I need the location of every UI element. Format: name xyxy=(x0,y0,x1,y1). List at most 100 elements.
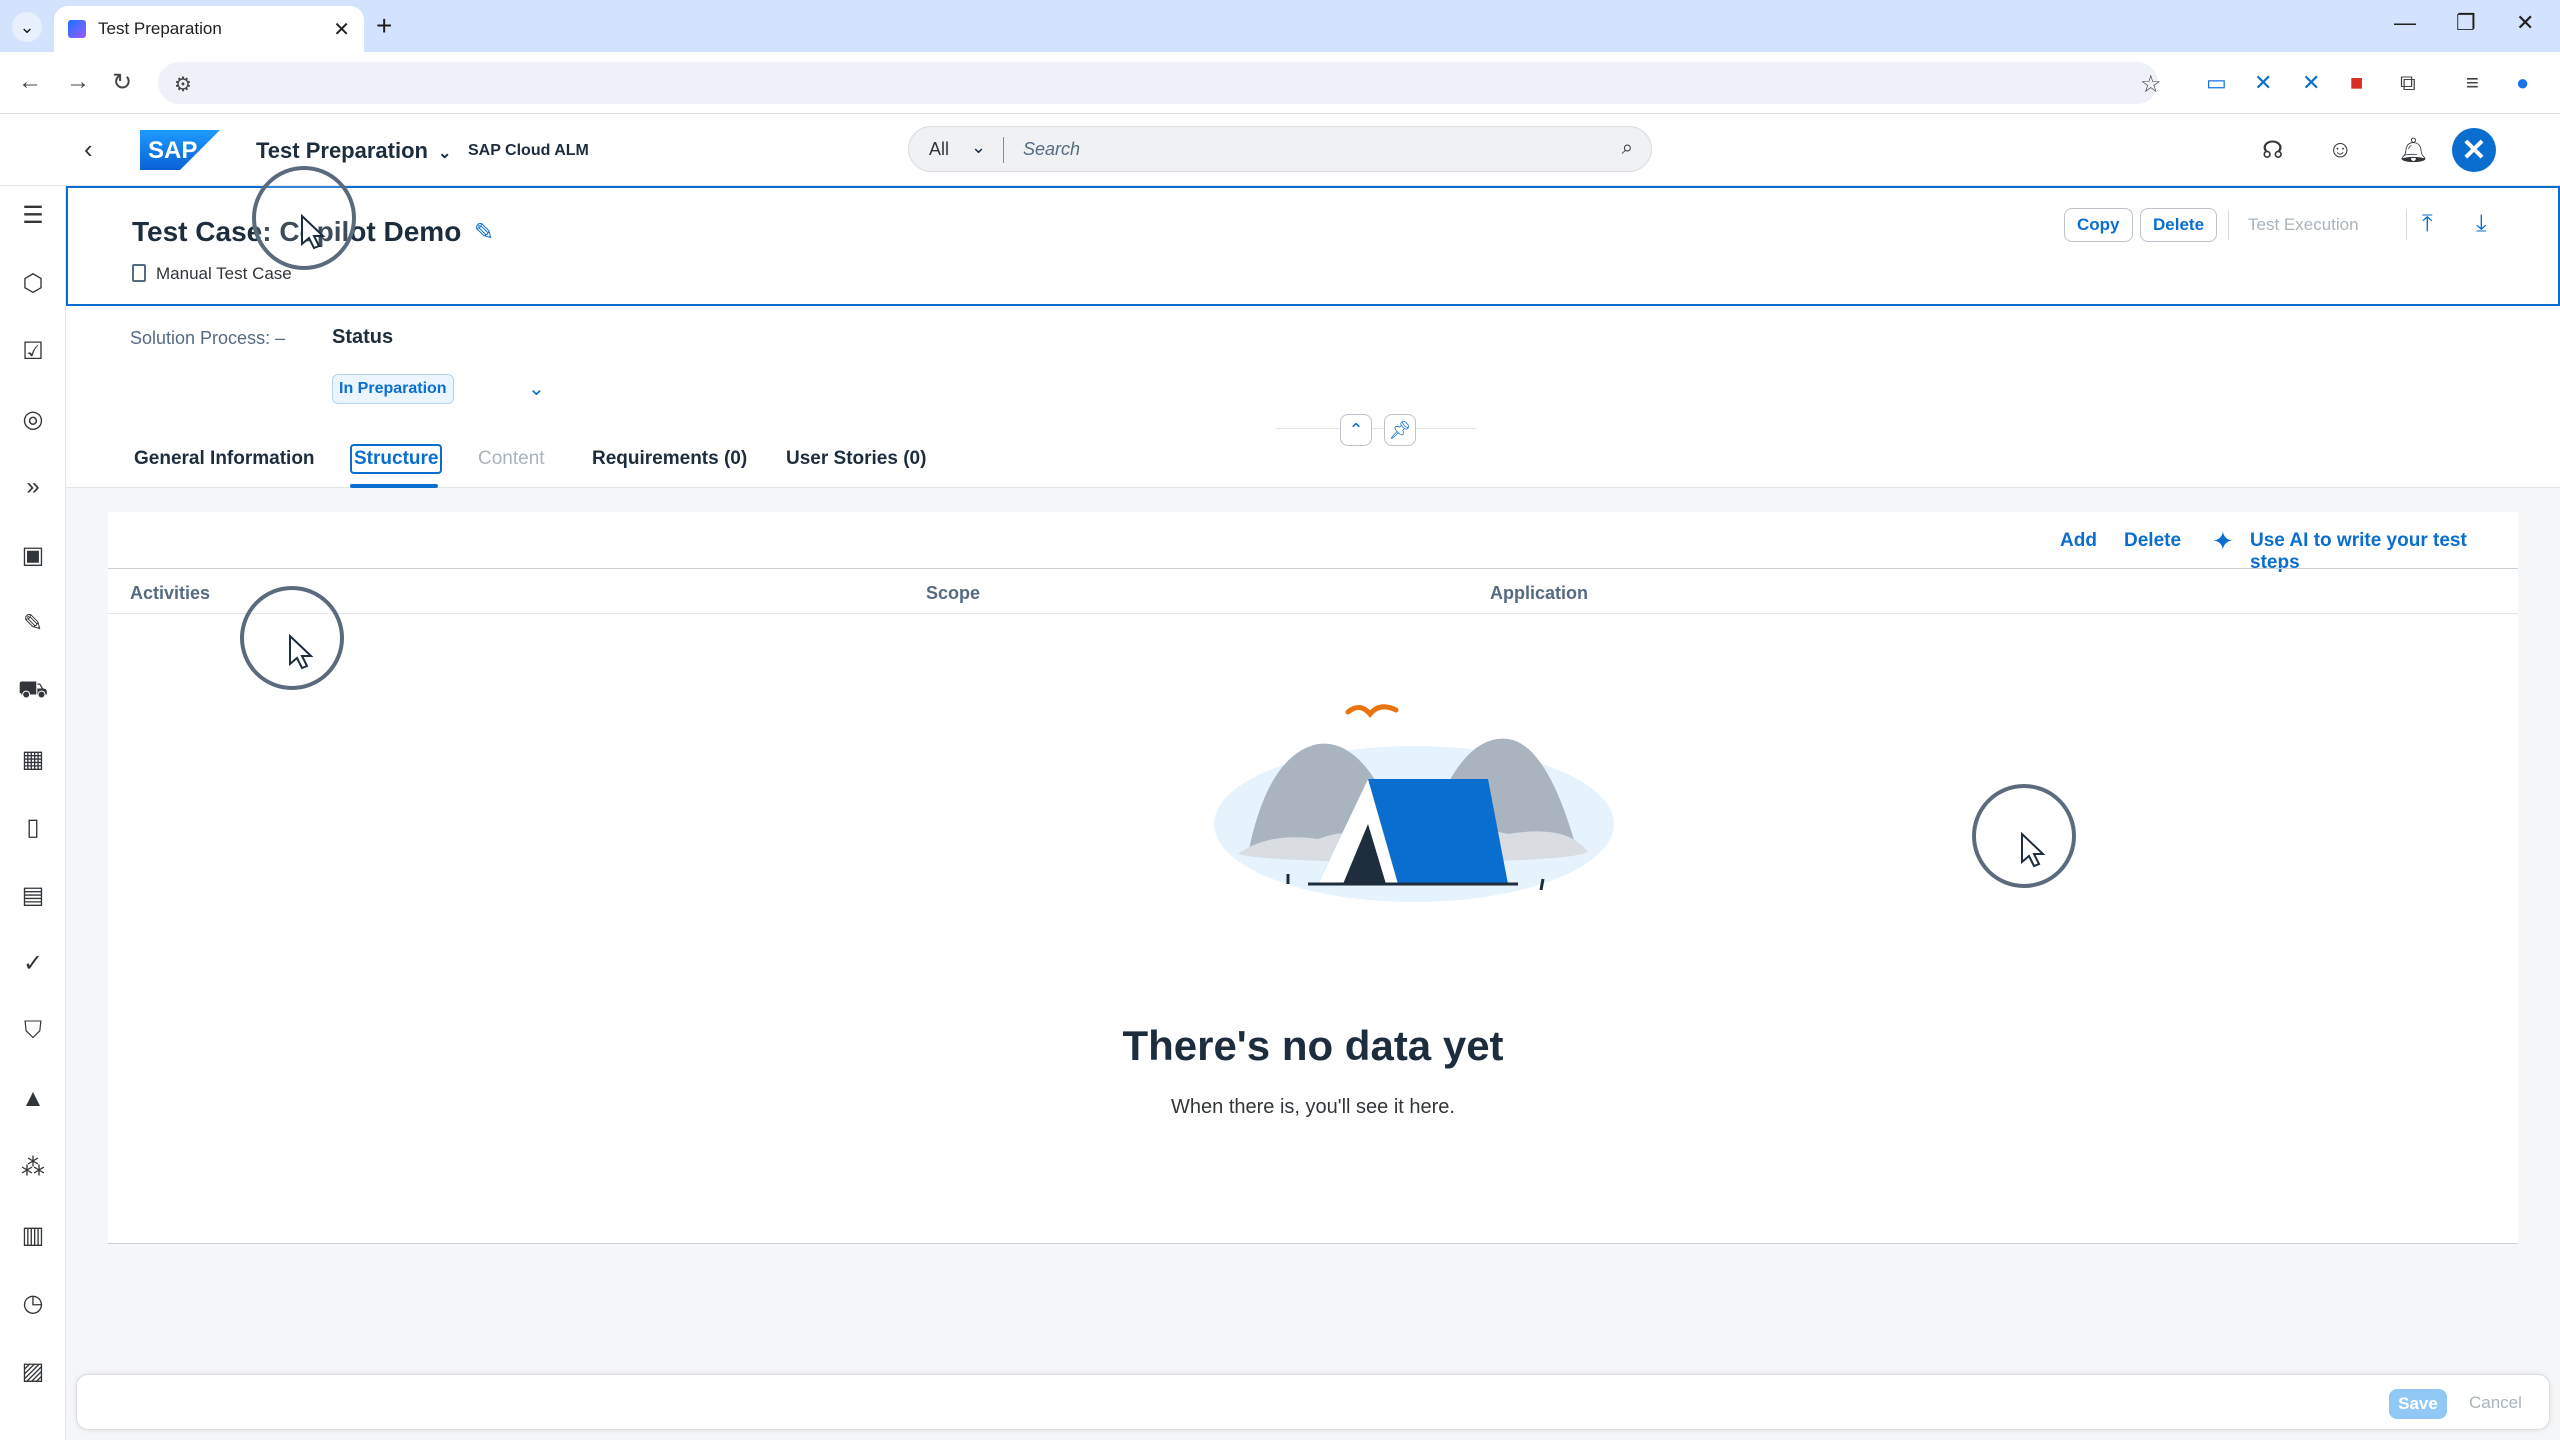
edit-pencil-icon[interactable]: ✎ xyxy=(474,218,494,247)
ai-sparkle-icon[interactable]: ✦ xyxy=(2212,526,2234,557)
profile-icon[interactable]: ● xyxy=(2516,70,2529,96)
cursor-highlight xyxy=(252,166,356,270)
extensions-puzzle-icon[interactable]: ⧉ xyxy=(2400,70,2416,96)
save-button[interactable]: Save xyxy=(2389,1389,2447,1419)
header-divider xyxy=(1276,428,1476,429)
filter-sliders-icon[interactable]: ☰ xyxy=(18,200,48,230)
calendar-icon[interactable]: ▦ xyxy=(18,744,48,774)
tab-requirements[interactable]: Requirements (0) xyxy=(592,448,747,470)
status-badge[interactable]: In Preparation xyxy=(332,374,454,404)
page-subtitle: Manual Test Case xyxy=(132,264,292,284)
tab-list-button[interactable]: ⌄ xyxy=(12,12,42,42)
browser-tab[interactable]: Test Preparation ✕ xyxy=(54,6,364,52)
chevron-down-icon[interactable]: ⌄ xyxy=(971,137,986,158)
browser-tab-bar: ⌄ Test Preparation ✕ + — ❐ ✕ xyxy=(0,0,2560,52)
empty-tent-illustration xyxy=(1214,704,1614,902)
window-close-icon[interactable]: ✕ xyxy=(2516,10,2534,36)
new-tab-button[interactable]: + xyxy=(376,10,392,42)
tab-user-stories[interactable]: User Stories (0) xyxy=(786,448,926,470)
object-page-header: Test Case: Copilot Demo ✎ Manual Test Ca… xyxy=(66,186,2560,306)
clipboard-icon xyxy=(132,264,146,282)
tab-title: Test Preparation xyxy=(98,19,222,38)
column-scope[interactable]: Scope xyxy=(926,583,980,604)
column-application[interactable]: Application xyxy=(1490,583,1588,604)
clipboard-check-icon[interactable]: ▤ xyxy=(18,880,48,910)
feedback-icon[interactable]: ☺ xyxy=(2328,136,2353,164)
warning-icon[interactable]: ▲ xyxy=(18,1084,48,1114)
reload-icon[interactable]: ↻ xyxy=(112,68,132,97)
site-settings-icon[interactable]: ⚙ xyxy=(174,72,192,97)
tab-structure[interactable]: Structure xyxy=(350,444,443,474)
footer-toolbar: Save Cancel xyxy=(76,1374,2550,1430)
table-delete-button[interactable]: Delete xyxy=(2124,530,2181,552)
image-icon[interactable]: ▨ xyxy=(18,1356,48,1386)
tab-bar: General Information Structure Content Re… xyxy=(66,430,2560,488)
side-navigation: ☰ ⬡ ☑ ◎ » ▣ ✎ ⛟ ▦ ▯ ▤ ✓ ⛉ ▲ ⁂ ▥ ◷ ▨ xyxy=(0,186,66,1440)
app-favicon-icon xyxy=(68,20,86,38)
test-execution-button[interactable]: Test Execution xyxy=(2236,208,2371,242)
extension-sap-icon[interactable]: ✕ xyxy=(2254,70,2272,96)
header-separator xyxy=(2406,210,2407,240)
edit-document-icon[interactable]: ✎ xyxy=(18,608,48,638)
network-icon[interactable]: ⁂ xyxy=(18,1152,48,1182)
browser-toolbar: ← → ↻ ⚙ ☆ ▭ ✕ ✕ ■ ⧉ ≡ ● xyxy=(0,52,2560,114)
stopwatch-icon[interactable]: ◷ xyxy=(18,1288,48,1318)
checklist-icon[interactable]: ☑ xyxy=(18,336,48,366)
extension-red-icon[interactable]: ■ xyxy=(2350,70,2363,96)
empty-state-title: There's no data yet xyxy=(1122,1022,1504,1069)
shield-icon[interactable]: ⛉ xyxy=(18,1016,48,1046)
activities-table: Add Delete ✦ Use AI to write your test s… xyxy=(108,512,2518,1244)
search-input[interactable]: Search xyxy=(1023,139,1080,160)
box-icon[interactable]: ⬡ xyxy=(18,268,48,298)
chevron-down-icon: ⌄ xyxy=(437,145,452,162)
reading-list-icon[interactable]: ≡ xyxy=(2466,70,2479,96)
shell-back-icon[interactable]: ‹ xyxy=(84,134,93,165)
extension-alm-icon[interactable]: ✕ xyxy=(2302,70,2320,96)
process-icon[interactable]: » xyxy=(18,472,48,502)
product-name: SAP Cloud ALM xyxy=(468,142,589,159)
cancel-button[interactable]: Cancel xyxy=(2469,1393,2522,1413)
search-scope-select[interactable]: All xyxy=(929,139,949,160)
add-button[interactable]: Add xyxy=(2060,530,2097,552)
address-bar[interactable]: ⚙ xyxy=(158,62,2158,104)
upload-icon[interactable]: ⤒ xyxy=(2422,210,2433,238)
cursor-highlight xyxy=(240,586,344,690)
user-avatar[interactable]: ✕ xyxy=(2452,128,2496,172)
cast-icon[interactable]: ▭ xyxy=(2206,70,2227,96)
chevron-down-icon[interactable]: ⌄ xyxy=(528,376,545,401)
search-separator xyxy=(1003,137,1004,163)
column-activities[interactable]: Activities xyxy=(130,583,210,604)
document-icon[interactable]: ▣ xyxy=(18,540,48,570)
tab-content[interactable]: Content xyxy=(478,448,545,470)
close-icon[interactable]: ✕ xyxy=(333,17,350,42)
notifications-bell-icon[interactable]: 🔔︎ xyxy=(2398,136,2428,165)
subtitle-label: Manual Test Case xyxy=(156,264,292,283)
table-column-header: Activities Scope Application xyxy=(108,568,2518,614)
analytics-icon[interactable]: ▥ xyxy=(18,1220,48,1250)
test-icon[interactable]: ✓ xyxy=(18,948,48,978)
forward-arrow-icon[interactable]: → xyxy=(66,68,90,96)
joule-icon: ✕ xyxy=(2461,133,2487,167)
chevron-down-icon: ⌄ xyxy=(19,16,35,37)
delete-button[interactable]: Delete xyxy=(2140,208,2218,242)
sap-logo[interactable]: SAP xyxy=(140,130,220,170)
header-separator xyxy=(2228,210,2229,240)
bookmark-star-icon[interactable]: ☆ xyxy=(2140,70,2162,99)
minimize-icon[interactable]: — xyxy=(2394,10,2416,36)
status-label: Status xyxy=(332,326,394,348)
app-title-menu[interactable]: Test Preparation ⌄ xyxy=(256,138,451,164)
copy-button[interactable]: Copy xyxy=(2064,208,2133,242)
target-icon[interactable]: ◎ xyxy=(18,404,48,434)
back-arrow-icon[interactable]: ← xyxy=(18,68,42,96)
shell-bar: ‹ SAP Test Preparation ⌄ SAP Cloud ALM Al… xyxy=(0,114,2560,186)
mouse-pointer-icon xyxy=(289,634,314,670)
support-headset-icon[interactable]: ☊ xyxy=(2262,136,2283,165)
truck-icon[interactable]: ⛟ xyxy=(18,676,48,706)
restore-icon[interactable]: ❐ xyxy=(2456,10,2476,36)
app-title-label: Test Preparation xyxy=(256,138,428,163)
search-field[interactable]: All ⌄ Search ⌕ xyxy=(908,126,1652,172)
tab-general-information[interactable]: General Information xyxy=(134,448,315,470)
search-icon[interactable]: ⌕ xyxy=(1622,137,1633,160)
page-icon[interactable]: ▯ xyxy=(18,812,48,842)
download-icon[interactable]: ⤓ xyxy=(2476,210,2487,238)
